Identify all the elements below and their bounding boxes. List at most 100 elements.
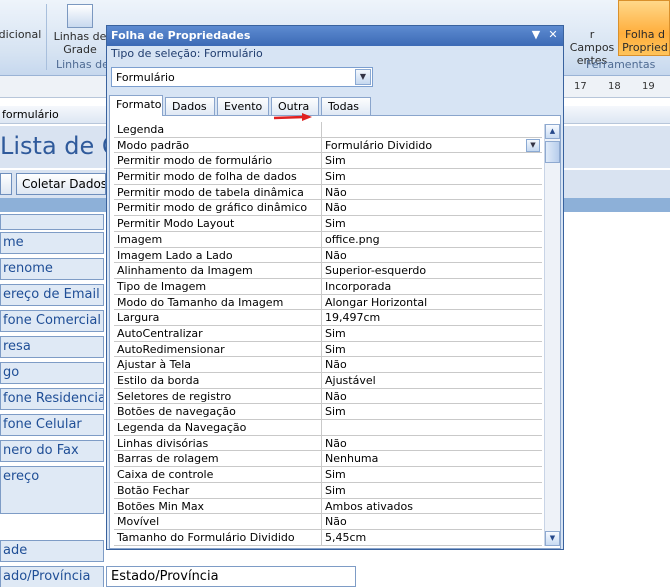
property-row[interactable]: Tamanho do Formulário Dividido 5,45cm <box>114 529 542 546</box>
ribbon-partial-button[interactable]: dicional <box>0 28 41 41</box>
property-row[interactable]: Modo do Tamanho da Imagem Alongar Horizon… <box>114 294 542 311</box>
property-value-text: Nenhuma <box>325 452 379 466</box>
property-row[interactable]: Imagem Lado a Lado Não <box>114 247 542 264</box>
property-value[interactable]: office.png <box>322 232 542 248</box>
chevron-down-icon[interactable]: ▼ <box>355 69 371 85</box>
property-row[interactable]: Barras de rolagem Nenhuma <box>114 451 542 468</box>
property-row[interactable]: Imagem office.png <box>114 231 542 248</box>
property-row[interactable]: Ajustar à Tela Não <box>114 357 542 373</box>
gridlines-label-2: Grade <box>63 43 97 56</box>
property-value[interactable]: Não <box>322 436 542 452</box>
property-name: Caixa de controle <box>114 467 322 483</box>
property-row[interactable]: AutoCentralizar Sim <box>114 325 542 342</box>
property-row[interactable]: Legenda <box>114 122 542 138</box>
property-row[interactable]: Movível Não <box>114 514 542 530</box>
property-value[interactable]: Sim <box>322 342 542 358</box>
property-row[interactable]: Permitir modo de formulário Sim <box>114 153 542 170</box>
property-value[interactable]: Ambos ativados <box>322 499 542 515</box>
tab-dados[interactable]: Dados <box>165 97 215 115</box>
property-value-text: 19,497cm <box>325 311 381 325</box>
property-value-text: Sim <box>325 170 346 184</box>
form-field-label: ade <box>0 540 104 562</box>
dropdown-arrow-icon[interactable]: ▼ <box>529 28 543 42</box>
property-value[interactable]: Superior-esquerdo <box>322 263 542 279</box>
tab-todas[interactable]: Todas <box>321 97 371 115</box>
chevron-down-icon[interactable]: ▼ <box>526 138 540 152</box>
property-sheet-titlebar[interactable]: Folha de Propriedades ▼ ✕ <box>107 26 563 46</box>
property-row[interactable]: Tipo de Imagem Incorporada <box>114 278 542 295</box>
selection-type: Tipo de seleção: Formulário <box>111 47 263 60</box>
property-value[interactable]: 19,497cm <box>322 310 542 326</box>
property-name: Alinhamento da Imagem <box>114 263 322 279</box>
property-value[interactable]: Sim <box>322 216 542 232</box>
scroll-down-icon[interactable]: ▼ <box>545 531 560 546</box>
object-selector-combo[interactable]: Formulário ▼ <box>111 67 373 87</box>
command-button-partial[interactable] <box>0 173 12 195</box>
property-name: Botão Fechar <box>114 482 322 499</box>
property-value[interactable]: Ajustável <box>322 373 542 389</box>
property-row[interactable]: Legenda da Navegação <box>114 420 542 436</box>
property-value-text: Sim <box>325 217 346 231</box>
property-value[interactable]: Sim <box>322 326 542 342</box>
scroll-up-icon[interactable]: ▲ <box>545 124 560 139</box>
property-value-text: Sim <box>325 483 346 497</box>
vertical-scrollbar[interactable]: ▲ ▼ <box>544 124 560 546</box>
property-value[interactable]: Nenhuma <box>322 451 542 468</box>
property-row[interactable]: Estilo da borda Ajustável <box>114 373 542 389</box>
tab-formato[interactable]: Formato <box>109 95 163 116</box>
scroll-thumb[interactable] <box>545 141 560 163</box>
gridlines-button[interactable]: Linhas de Grade <box>52 4 108 56</box>
form-field-label: resa <box>0 336 104 358</box>
property-name: Permitir modo de gráfico dinâmico <box>114 200 322 217</box>
property-grid: Legenda Modo padrão Formulário Dividido ▼ Pe… <box>114 122 542 546</box>
property-value[interactable]: Formulário Dividido ▼ <box>322 138 542 154</box>
property-row[interactable]: Linhas divisórias Não <box>114 435 542 452</box>
property-value-text: Não <box>325 358 347 372</box>
property-value[interactable]: Não <box>322 357 542 373</box>
property-row[interactable]: Botão Fechar Sim <box>114 482 542 499</box>
close-icon[interactable]: ✕ <box>546 28 560 42</box>
property-value[interactable]: Sim <box>322 153 542 170</box>
document-tab[interactable]: formulário <box>2 108 59 121</box>
property-row[interactable]: Caixa de controle Sim <box>114 467 542 483</box>
property-value[interactable]: Sim <box>322 169 542 185</box>
property-name: Seletores de registro <box>114 388 322 405</box>
selection-type-value: Formulário <box>203 47 263 60</box>
state-province-input[interactable]: Estado/Província <box>106 566 356 587</box>
property-row[interactable]: Permitir modo de tabela dinâmica Não <box>114 184 542 201</box>
add-fields-label-1: r Campos <box>569 28 615 54</box>
property-name: Tamanho do Formulário Dividido <box>114 529 322 546</box>
property-name: Modo do Tamanho da Imagem <box>114 294 322 311</box>
collect-data-button[interactable]: Coletar Dados p <box>16 173 106 195</box>
property-row[interactable]: Seletores de registro Não <box>114 388 542 405</box>
property-value[interactable]: Incorporada <box>322 279 542 295</box>
property-value[interactable]: Não <box>322 389 542 405</box>
property-row[interactable]: AutoRedimensionar Sim <box>114 341 542 358</box>
property-row[interactable]: Botões de navegação Sim <box>114 404 542 421</box>
property-value-text: Não <box>325 248 347 262</box>
property-value[interactable]: Sim <box>322 404 542 421</box>
property-value[interactable]: Não <box>322 185 542 201</box>
property-row[interactable]: Permitir modo de folha de dados Sim <box>114 169 542 185</box>
property-row[interactable]: Alinhamento da Imagem Superior-esquerdo <box>114 263 542 279</box>
tab-evento[interactable]: Evento <box>217 97 269 115</box>
property-row[interactable]: Modo padrão Formulário Dividido ▼ <box>114 137 542 154</box>
property-row[interactable]: Largura 19,497cm <box>114 310 542 326</box>
property-value[interactable]: Não <box>322 514 542 530</box>
property-value[interactable] <box>322 420 542 436</box>
property-value[interactable]: Não <box>322 200 542 217</box>
property-value[interactable]: Sim <box>322 483 542 499</box>
property-row[interactable]: Botões Min Max Ambos ativados <box>114 498 542 515</box>
property-name: Barras de rolagem <box>114 451 322 468</box>
property-value-text: 5,45cm <box>325 530 367 544</box>
property-value[interactable]: Alongar Horizontal <box>322 295 542 311</box>
property-value[interactable]: Não <box>322 248 542 264</box>
property-name: Permitir modo de formulário <box>114 153 322 170</box>
property-value[interactable] <box>322 122 542 138</box>
form-field-label: go <box>0 362 104 384</box>
form-field-label: ado/Província <box>0 566 104 587</box>
property-row[interactable]: Permitir Modo Layout Sim <box>114 216 542 232</box>
property-value[interactable]: Sim <box>322 467 542 483</box>
property-value[interactable]: 5,45cm <box>322 530 542 546</box>
property-row[interactable]: Permitir modo de gráfico dinâmico Não <box>114 200 542 217</box>
